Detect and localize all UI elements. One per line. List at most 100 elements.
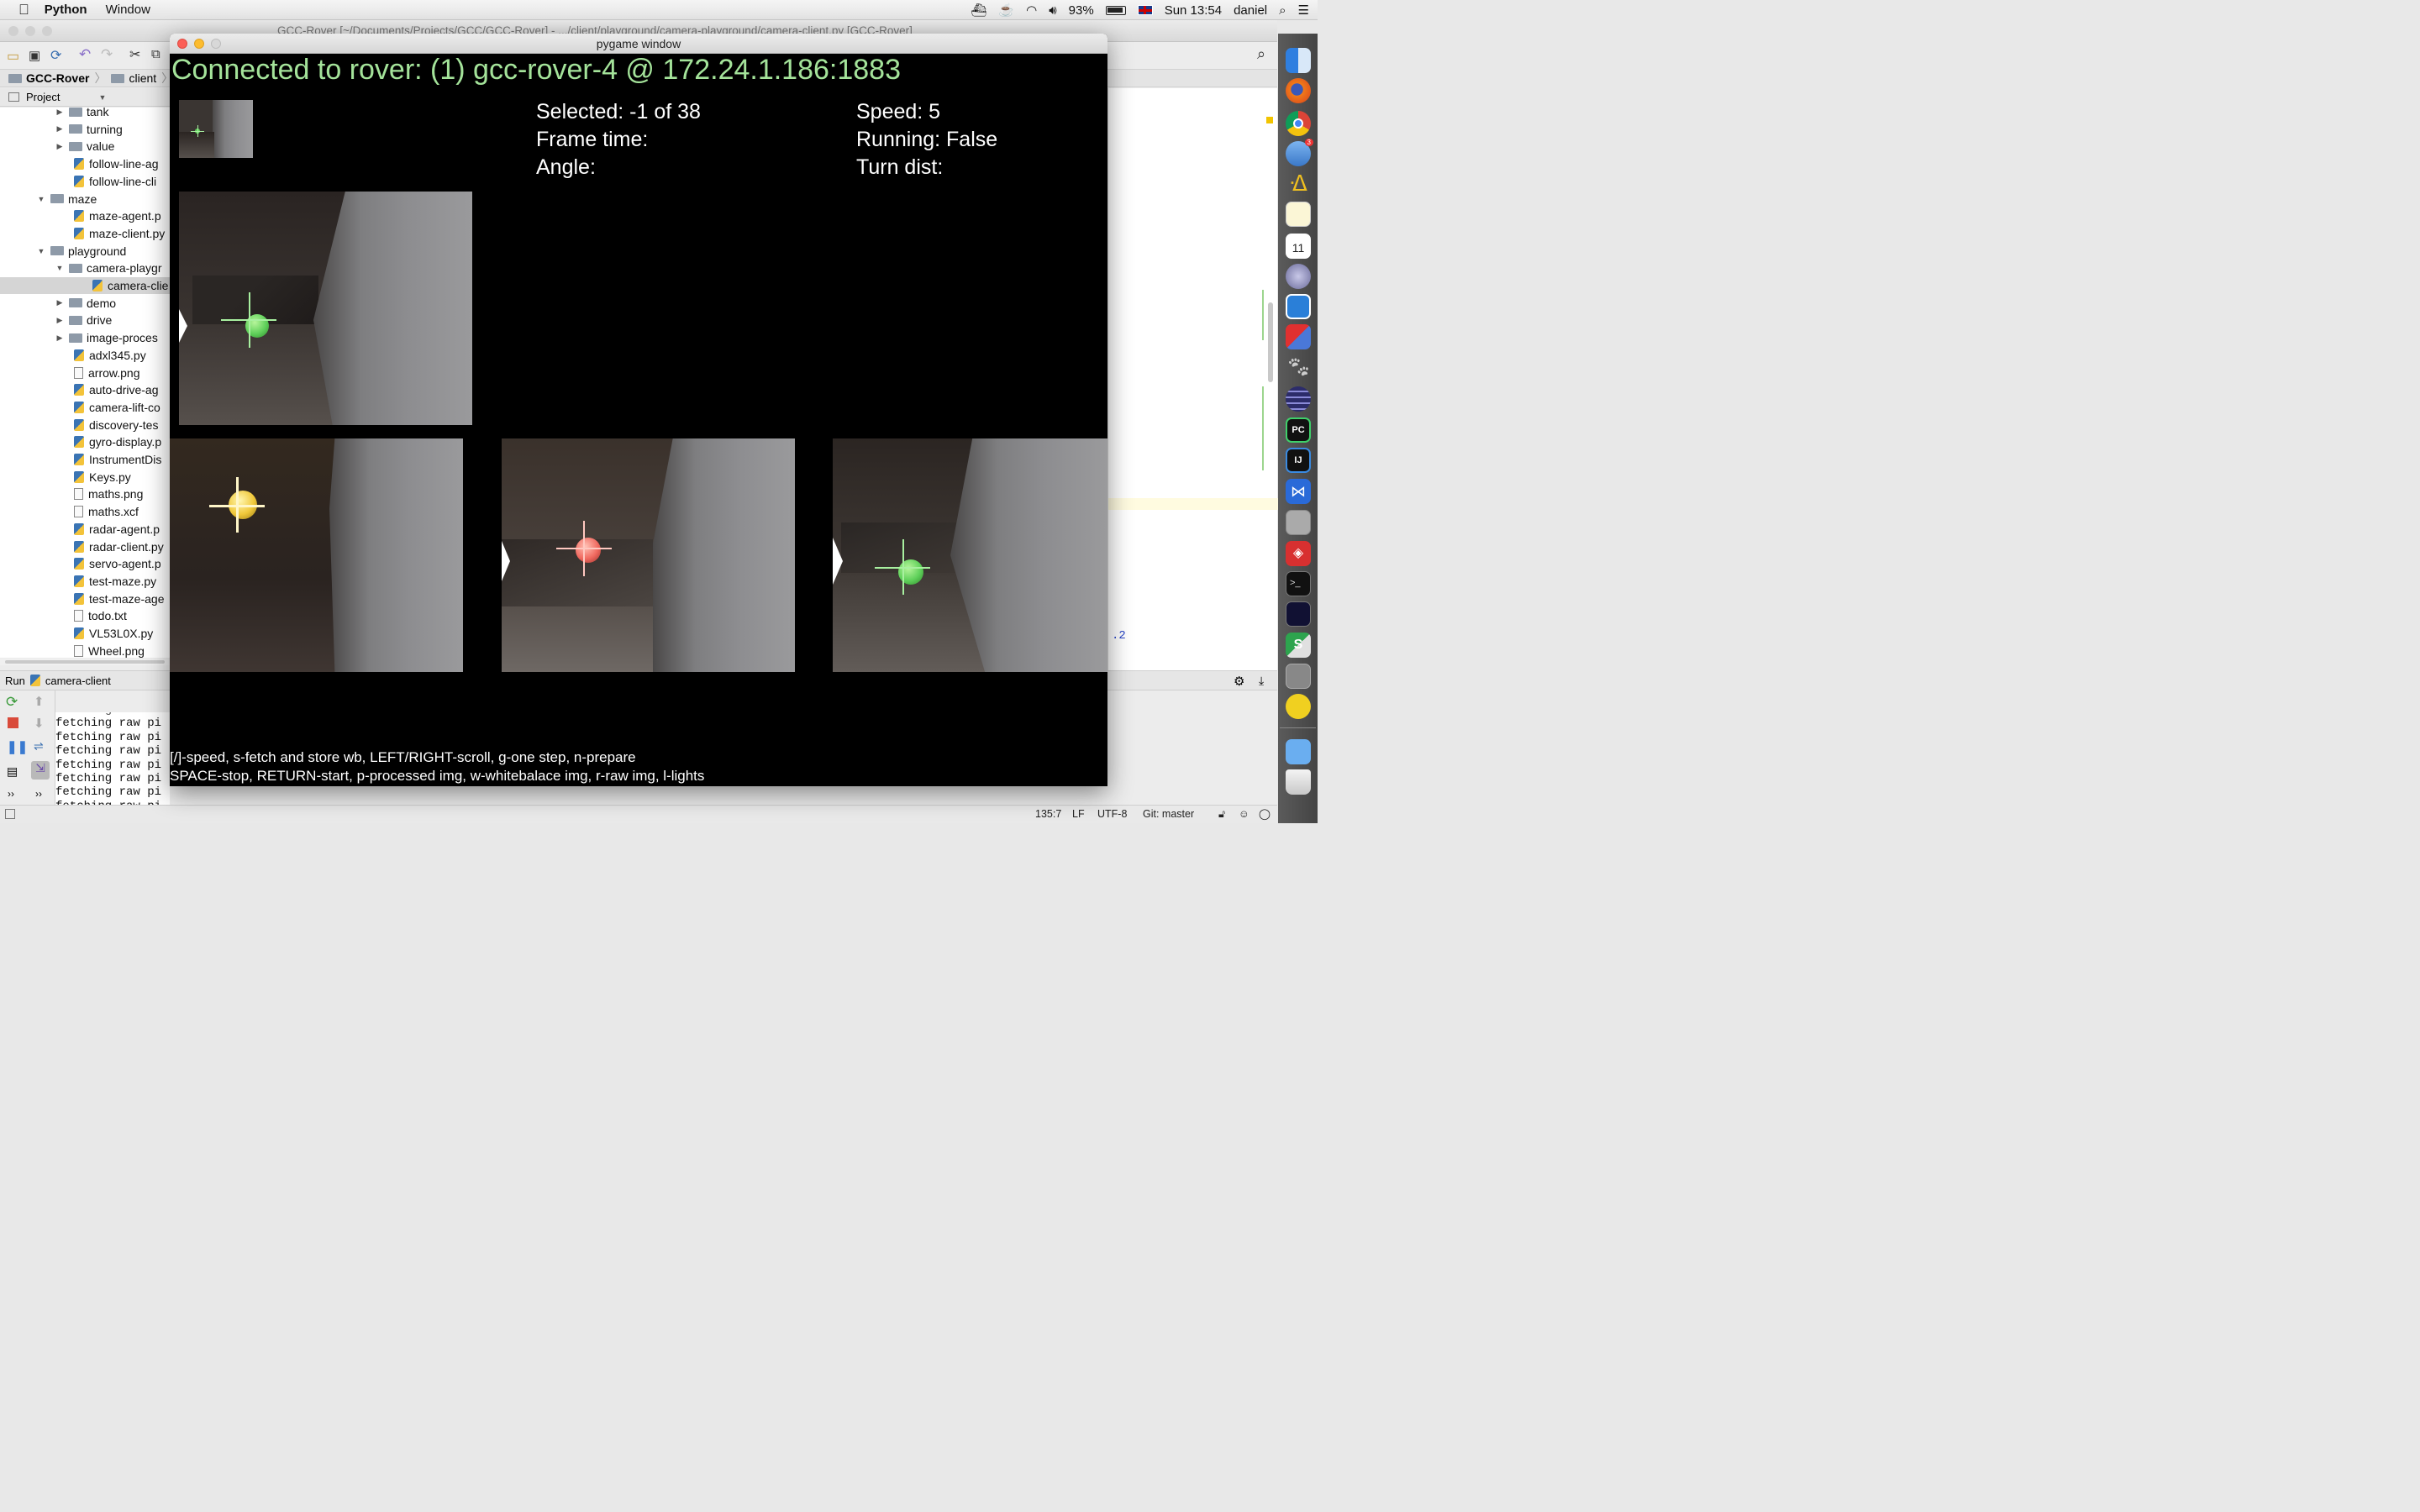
eclipse-icon[interactable] [1286, 386, 1311, 412]
tree-item[interactable]: ▶ turning [55, 121, 123, 138]
tree-item[interactable]: VL53L0X.py [74, 625, 153, 642]
chevron-right-icon[interactable]: ▶ [55, 298, 64, 307]
notification-center-icon[interactable]: ☰ [1298, 3, 1309, 18]
scroll-to-end-icon[interactable]: ⇲ [31, 761, 50, 780]
pygame-window[interactable]: pygame window Connected to rover: (1) gc… [170, 34, 1107, 786]
warning-marker-icon[interactable] [1266, 117, 1273, 123]
more-icon[interactable]: ›› [35, 788, 42, 800]
tree-item[interactable]: camera-lift-co [74, 399, 160, 416]
chevron-right-icon[interactable]: ▶ [55, 142, 64, 151]
trash-icon[interactable] [1286, 769, 1311, 795]
save-icon[interactable]: ▣ [29, 48, 40, 63]
camera-image-selected[interactable] [179, 192, 472, 425]
tree-item[interactable]: todo.txt [74, 607, 127, 624]
camera-image-1[interactable] [170, 438, 463, 672]
cyberduck-mascot-icon[interactable] [1286, 694, 1311, 719]
chevron-right-icon[interactable]: ▶ [55, 124, 64, 134]
scroll-down-icon[interactable]: ⬇ [34, 716, 45, 731]
spotlight-search-icon[interactable]: ⌕ [1279, 3, 1286, 18]
editor-scrollbar[interactable] [1268, 302, 1273, 382]
firefox-icon[interactable] [1286, 78, 1311, 103]
tree-item[interactable]: discovery-tes [74, 417, 158, 433]
tree-item[interactable]: gyro-display.p [74, 433, 161, 450]
tree-item[interactable]: follow-line-ag [74, 155, 158, 172]
tree-item[interactable]: camera-clie [0, 277, 170, 294]
tree-item[interactable]: Keys.py [74, 469, 131, 486]
tree-item[interactable]: arrow.png [74, 365, 139, 381]
open-icon[interactable]: ▭ [7, 48, 19, 65]
chevron-down-icon[interactable]: ▼ [55, 264, 64, 272]
volume-icon[interactable]: 🔊︎ [1049, 3, 1056, 18]
event-log-icon[interactable]: ◯ [1259, 807, 1270, 820]
scroll-up-icon[interactable]: ⬆ [34, 694, 45, 709]
camera-image-2[interactable] [502, 438, 795, 672]
close-window-icon[interactable] [177, 39, 187, 49]
wifi-icon[interactable]: ◠ [1026, 3, 1037, 18]
sourcetree-icon[interactable]: S [1286, 633, 1311, 658]
run-config-tab[interactable]: camera-client [45, 675, 111, 687]
tree-item[interactable]: ▶ demo [55, 295, 117, 312]
inspector-icon[interactable]: ☺ [1239, 808, 1249, 820]
caret-position[interactable]: 135:7 [1035, 808, 1061, 820]
cut-icon[interactable]: ✂ [129, 46, 140, 63]
tree-item[interactable]: test-maze-age [74, 591, 164, 607]
copy-icon[interactable]: ⧉ [151, 47, 160, 61]
pycharm-icon[interactable]: PC [1286, 417, 1311, 443]
sketchup-icon[interactable]: ◈ [1286, 541, 1311, 566]
activity-monitor-icon[interactable] [1286, 601, 1311, 627]
tree-item[interactable]: adxl345.py [74, 347, 146, 364]
pygame-titlebar[interactable]: pygame window [170, 34, 1107, 54]
preview-icon[interactable] [1286, 664, 1311, 689]
breadcrumb-item[interactable]: client [129, 71, 156, 85]
rerun-icon[interactable]: ⟳ [6, 694, 18, 711]
chrome-icon[interactable] [1286, 111, 1311, 136]
cyberduck-icon[interactable]: ᐎ [1286, 171, 1311, 196]
chevron-down-icon[interactable]: ▼ [37, 195, 45, 203]
chevron-down-icon[interactable]: ▼ [37, 247, 45, 255]
editor-area[interactable]: .2 [1107, 88, 1278, 670]
terminal-icon[interactable]: >_ [1286, 571, 1311, 596]
downloads-folder-icon[interactable] [1286, 739, 1311, 764]
chevron-right-icon[interactable]: ▶ [55, 108, 64, 117]
tree-item[interactable]: InstrumentDis [74, 451, 161, 468]
tree-item[interactable]: maths.png [74, 486, 143, 502]
filezilla-icon[interactable] [1286, 324, 1311, 349]
battery-icon[interactable] [1105, 5, 1126, 15]
tree-item[interactable]: servo-agent.p [74, 555, 161, 572]
tree-item[interactable]: follow-line-cli [74, 173, 156, 190]
project-tab[interactable]: Project [26, 91, 60, 103]
hide-panel-icon[interactable]: ⤓ [1259, 674, 1264, 688]
coffee-icon[interactable]: ☕ [998, 3, 1014, 18]
minimize-window-icon[interactable] [194, 39, 204, 49]
vcs-branch[interactable]: Git: master [1143, 808, 1194, 820]
gear-icon[interactable]: ⚙ [1234, 674, 1244, 689]
vscode-icon[interactable]: ⋈ [1286, 479, 1311, 504]
apple-menu-icon[interactable]:  [18, 2, 29, 18]
input-source-flag-icon[interactable] [1137, 5, 1153, 15]
chevron-right-icon[interactable]: ▶ [55, 333, 64, 343]
pause-icon[interactable]: ❚❚ [7, 739, 28, 754]
user-menu[interactable]: daniel [1234, 3, 1267, 18]
app-menu-python[interactable]: Python [45, 3, 87, 17]
ide-minimize-icon[interactable] [25, 26, 35, 36]
file-encoding[interactable]: UTF-8 [1097, 808, 1127, 820]
tree-item[interactable]: maze-client.py [74, 225, 165, 242]
tree-item[interactable]: maze-agent.p [74, 207, 161, 224]
docker-icon[interactable]: ⛴ [971, 3, 986, 18]
tree-h-scrollbar[interactable] [0, 659, 170, 665]
tree-item[interactable]: ▶ value [55, 138, 115, 155]
xcode-icon[interactable] [1286, 294, 1311, 319]
ide-close-icon[interactable] [8, 26, 18, 36]
thunderbird-icon[interactable]: 3 [1286, 139, 1313, 166]
tree-item[interactable]: ▼ playground [37, 243, 127, 260]
tree-item[interactable]: ▼ camera-playgr [55, 260, 162, 276]
camera-image-3[interactable] [833, 438, 1107, 672]
ide-zoom-icon[interactable] [42, 26, 52, 36]
stop-icon[interactable] [8, 717, 18, 728]
sync-icon[interactable]: ⟳ [50, 47, 61, 64]
tree-item[interactable]: ▼ maze [37, 191, 97, 207]
calendar-icon[interactable]: 11 [1286, 234, 1311, 259]
breadcrumb-item[interactable]: GCC-Rover [26, 71, 89, 85]
battery-percent[interactable]: 93% [1069, 3, 1094, 18]
lock-icon[interactable]: 🔓︎ [1218, 808, 1225, 821]
